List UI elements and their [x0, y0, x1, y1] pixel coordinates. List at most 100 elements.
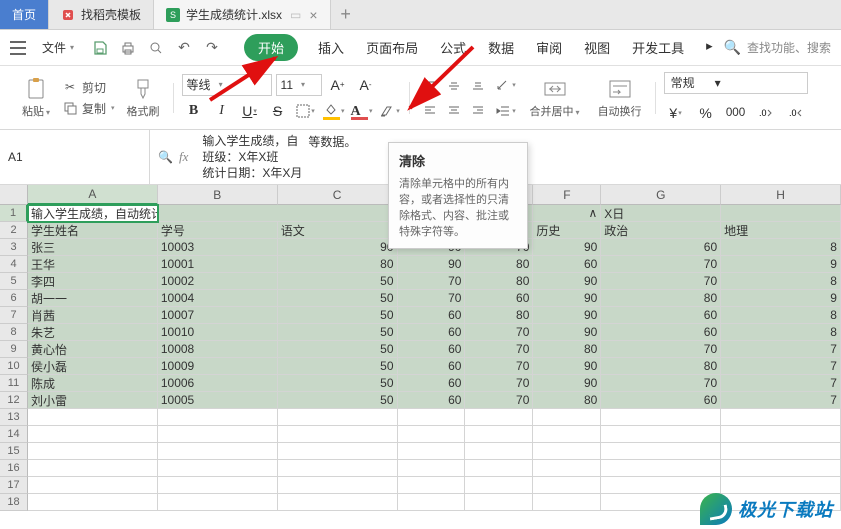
- cell[interactable]: [28, 409, 158, 426]
- cell[interactable]: 10002: [158, 273, 278, 290]
- cell[interactable]: [721, 460, 841, 477]
- cell[interactable]: [158, 494, 278, 511]
- zoom-icon[interactable]: 🔍: [158, 150, 173, 164]
- cell[interactable]: [721, 443, 841, 460]
- cell[interactable]: [533, 477, 601, 494]
- cell[interactable]: 王华: [28, 256, 158, 273]
- orientation-icon[interactable]: ▾: [494, 74, 518, 96]
- cell[interactable]: 50: [278, 290, 398, 307]
- row-header-10[interactable]: 10: [0, 358, 28, 375]
- cell[interactable]: 70: [398, 273, 466, 290]
- cell[interactable]: [601, 460, 721, 477]
- row-header-17[interactable]: 17: [0, 477, 28, 494]
- cell[interactable]: [465, 460, 533, 477]
- cell[interactable]: 学生姓名: [28, 222, 158, 239]
- cell[interactable]: 10008: [158, 341, 278, 358]
- cell[interactable]: [398, 494, 466, 511]
- paste-button[interactable]: 粘贴▾: [16, 75, 56, 121]
- cell[interactable]: 70: [601, 341, 721, 358]
- cell[interactable]: 70: [465, 358, 533, 375]
- cell[interactable]: [28, 460, 158, 477]
- cell[interactable]: [28, 443, 158, 460]
- row-header-16[interactable]: 16: [0, 460, 28, 477]
- cell[interactable]: 8: [721, 239, 841, 256]
- cell[interactable]: 语文: [278, 222, 398, 239]
- row-header-13[interactable]: 13: [0, 409, 28, 426]
- font-color-button[interactable]: A▾: [350, 100, 374, 122]
- cell[interactable]: [158, 477, 278, 494]
- cell[interactable]: 9: [721, 256, 841, 273]
- align-left-icon[interactable]: [418, 99, 442, 121]
- cell[interactable]: [601, 477, 721, 494]
- print-preview-icon[interactable]: [146, 38, 166, 58]
- cell[interactable]: 60: [533, 256, 601, 273]
- cell[interactable]: 80: [533, 341, 601, 358]
- col-header-H[interactable]: H: [721, 185, 841, 205]
- decrease-decimal-icon[interactable]: .0: [784, 102, 808, 124]
- add-tab-button[interactable]: +: [331, 0, 361, 29]
- decrease-font-icon[interactable]: A-: [354, 74, 378, 96]
- cell[interactable]: 张三: [28, 239, 158, 256]
- cell[interactable]: 90: [533, 358, 601, 375]
- menu-start[interactable]: 开始: [244, 34, 298, 61]
- cell[interactable]: [278, 443, 398, 460]
- cell[interactable]: [601, 426, 721, 443]
- cell[interactable]: 陈成: [28, 375, 158, 392]
- border-button[interactable]: ▾: [294, 100, 318, 122]
- cell[interactable]: [278, 460, 398, 477]
- row-header-5[interactable]: 5: [0, 273, 28, 290]
- cell[interactable]: [533, 460, 601, 477]
- name-box[interactable]: A1: [0, 130, 150, 184]
- cell[interactable]: [533, 443, 601, 460]
- cell[interactable]: [721, 426, 841, 443]
- cell[interactable]: [398, 460, 466, 477]
- cell[interactable]: 7: [721, 392, 841, 409]
- cell[interactable]: 70: [465, 392, 533, 409]
- cell[interactable]: 90: [533, 290, 601, 307]
- row-header-2[interactable]: 2: [0, 222, 28, 239]
- cell[interactable]: 80: [601, 358, 721, 375]
- cell[interactable]: 历史: [533, 222, 601, 239]
- cell[interactable]: [601, 443, 721, 460]
- underline-button[interactable]: U▾: [238, 100, 262, 122]
- fill-color-button[interactable]: ▾: [322, 100, 346, 122]
- thousands-icon[interactable]: 000: [724, 102, 748, 124]
- align-bottom-icon[interactable]: [466, 75, 490, 97]
- cell[interactable]: 70: [601, 273, 721, 290]
- cell[interactable]: 70: [465, 375, 533, 392]
- merge-button[interactable]: 合并居中▾: [524, 75, 586, 121]
- row-header-18[interactable]: 18: [0, 494, 28, 511]
- menu-formula[interactable]: 公式: [438, 34, 468, 61]
- row-header-12[interactable]: 12: [0, 392, 28, 409]
- cell[interactable]: [278, 409, 398, 426]
- cell[interactable]: 50: [278, 324, 398, 341]
- cell[interactable]: 60: [601, 307, 721, 324]
- cell[interactable]: [533, 409, 601, 426]
- print-icon[interactable]: [118, 38, 138, 58]
- number-format-combo[interactable]: 常规▾: [664, 72, 808, 94]
- align-top-icon[interactable]: [418, 75, 442, 97]
- cell[interactable]: [533, 494, 601, 511]
- cell[interactable]: 60: [601, 392, 721, 409]
- cell[interactable]: [158, 443, 278, 460]
- cell[interactable]: [398, 426, 466, 443]
- cell[interactable]: 80: [465, 307, 533, 324]
- cell[interactable]: 80: [601, 290, 721, 307]
- cell[interactable]: 60: [465, 290, 533, 307]
- cell[interactable]: [465, 477, 533, 494]
- strikethrough-button[interactable]: S: [266, 100, 290, 122]
- cell[interactable]: 朱艺: [28, 324, 158, 341]
- cell[interactable]: [158, 426, 278, 443]
- save-icon[interactable]: [90, 38, 110, 58]
- cell[interactable]: 李四: [28, 273, 158, 290]
- cell[interactable]: 60: [398, 392, 466, 409]
- cell[interactable]: 7: [721, 341, 841, 358]
- cell[interactable]: 侯小磊: [28, 358, 158, 375]
- cell[interactable]: 70: [398, 290, 466, 307]
- row-header-15[interactable]: 15: [0, 443, 28, 460]
- cell[interactable]: [158, 460, 278, 477]
- row-header-9[interactable]: 9: [0, 341, 28, 358]
- cell[interactable]: [398, 477, 466, 494]
- align-right-icon[interactable]: [466, 99, 490, 121]
- cell[interactable]: 8: [721, 307, 841, 324]
